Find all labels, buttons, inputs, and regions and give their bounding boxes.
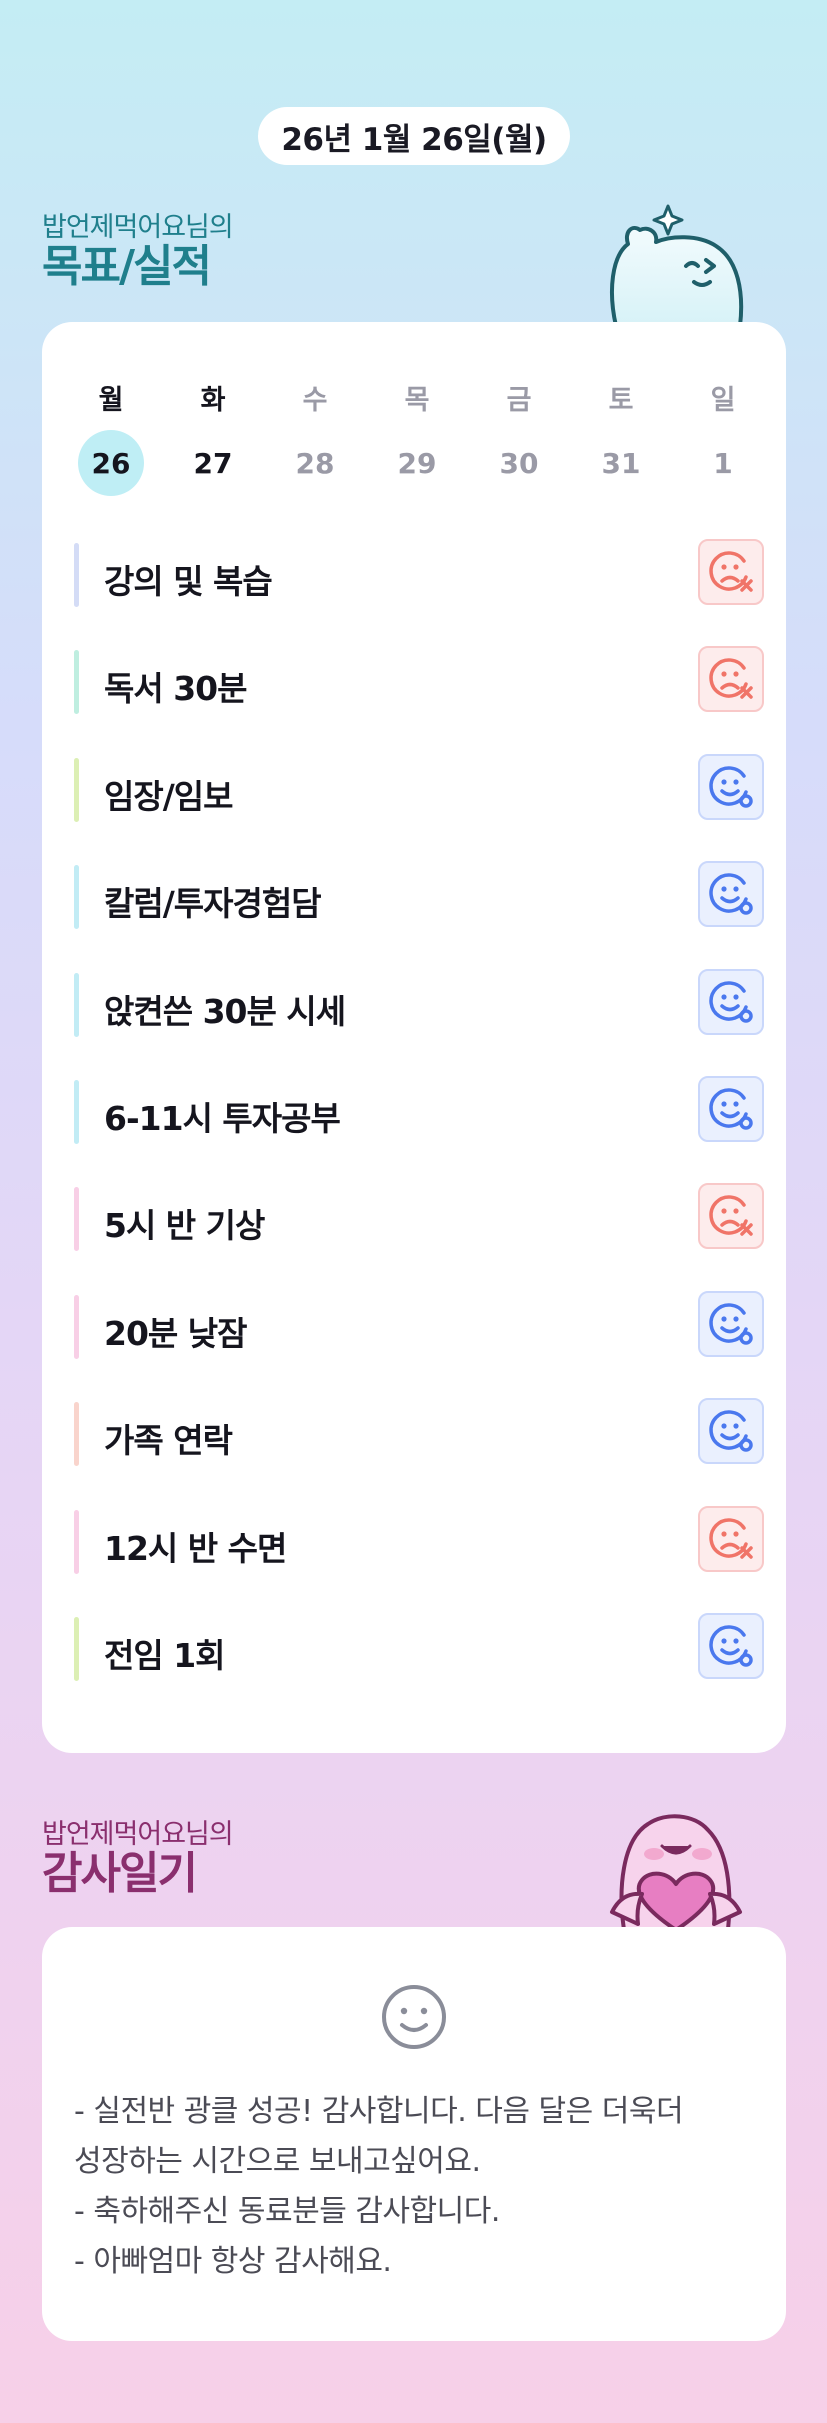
- date-item[interactable]: 30: [486, 430, 552, 496]
- diary-text: - 실전반 광클 성공! 감사합니다. 다음 달은 더욱더 성장하는 시간으로 …: [74, 2087, 764, 2287]
- diary-section-title: 감사일기: [42, 1848, 198, 1899]
- goal-label: 6-11시 투자공부: [104, 1099, 341, 1138]
- goal-label: 전임 1회: [104, 1636, 226, 1675]
- status-done-button[interactable]: [698, 968, 764, 1035]
- goal-label: 12시 반 수면: [104, 1528, 287, 1568]
- diary-line: - 축하해주신 동료분들 감사합니다.: [74, 2194, 500, 2229]
- date-selected[interactable]: 26: [78, 430, 144, 496]
- status-fail-button[interactable]: [698, 1183, 764, 1250]
- smile-face-check-icon: [709, 766, 753, 808]
- date-item[interactable]: 27: [180, 430, 246, 496]
- sad-face-x-icon: [709, 1517, 753, 1559]
- status-fail-button[interactable]: [698, 539, 764, 605]
- goal-color-bar: [74, 1509, 79, 1574]
- goal-row[interactable]: 5시 반 기상: [74, 1183, 764, 1253]
- goal-row[interactable]: 칼럼/투자경험담: [74, 861, 764, 931]
- goal-row[interactable]: 6-11시 투자공부: [74, 1076, 764, 1146]
- goal-row[interactable]: 강의 및 복습: [74, 539, 764, 609]
- goal-row[interactable]: 가족 연락: [74, 1398, 764, 1468]
- sad-face-x-icon: [709, 658, 753, 700]
- goal-label: 임장/임보: [104, 776, 233, 816]
- goal-label: 20분 낮잠: [104, 1313, 247, 1353]
- goal-label: 가족 연락: [104, 1421, 233, 1461]
- date-item[interactable]: 29: [384, 430, 450, 496]
- weekday-label: 월: [98, 385, 124, 416]
- smile-icon: [382, 1985, 446, 2049]
- weekday-label: 수: [302, 385, 328, 416]
- goal-color-bar: [74, 972, 79, 1037]
- date-item[interactable]: 31: [588, 430, 654, 496]
- sad-face-x-icon: [709, 1195, 753, 1237]
- goal-color-bar: [74, 1080, 79, 1144]
- weekday-label: 금: [506, 385, 532, 416]
- ghost-mascot-icon: [610, 204, 744, 326]
- goal-color-bar: [74, 1294, 79, 1359]
- diary-card: - 실전반 광클 성공! 감사합니다. 다음 달은 더욱더 성장하는 시간으로 …: [42, 1927, 786, 2341]
- weekday-label: 화: [200, 385, 226, 416]
- date-item[interactable]: 1: [690, 430, 756, 496]
- smile-face-check-icon: [709, 1088, 753, 1130]
- smile-face-check-icon: [709, 873, 753, 915]
- smile-face-check-icon: [709, 980, 753, 1023]
- smile-face-check-icon: [709, 1410, 753, 1452]
- goal-row[interactable]: 독서 30분: [74, 646, 764, 716]
- goal-label: 앉켠쓴 30분 시세: [104, 991, 346, 1031]
- status-fail-button[interactable]: [698, 646, 764, 713]
- goal-row[interactable]: 전임 1회: [74, 1613, 764, 1683]
- goal-row[interactable]: 20분 낮잠: [74, 1290, 764, 1361]
- goal-row[interactable]: 12시 반 수면: [74, 1505, 764, 1576]
- sad-face-x-icon: [709, 551, 753, 592]
- goal-color-bar: [74, 1617, 79, 1681]
- smile-face-check-icon: [709, 1625, 753, 1667]
- goal-color-bar: [74, 1187, 79, 1252]
- date-item[interactable]: 28: [282, 430, 348, 496]
- goals-card: 월 26 화 27 수 28 목 29 금 30 토 31 일 1 강의 및 복습 독서 30분 임장/임…: [42, 322, 786, 1753]
- goal-color-bar: [74, 543, 79, 607]
- goal-label: 독서 30분: [104, 669, 247, 709]
- goal-row[interactable]: 앉켠쓴 30분 시세: [74, 968, 764, 1039]
- goal-color-bar: [74, 865, 79, 930]
- goal-label: 강의 및 복습: [104, 562, 273, 601]
- status-done-button[interactable]: [698, 1398, 764, 1465]
- status-done-button[interactable]: [698, 861, 764, 928]
- smile-face-check-icon: [709, 1303, 753, 1345]
- diary-line: - 실전반 광클 성공! 감사합니다. 다음 달은 더욱더: [74, 2094, 684, 2129]
- diary-line: - 아빠엄마 항상 감사해요.: [74, 2244, 392, 2279]
- goal-color-bar: [74, 1402, 79, 1467]
- status-done-button[interactable]: [698, 1290, 764, 1357]
- weekday-label: 일: [710, 385, 736, 416]
- weekday-label: 목: [404, 385, 430, 416]
- goal-label: 5시 반 기상: [104, 1206, 265, 1246]
- goals-section-title: 목표/실적: [42, 241, 212, 292]
- goal-color-bar: [74, 757, 79, 822]
- status-fail-button[interactable]: [698, 1505, 764, 1572]
- goal-row[interactable]: 임장/임보: [74, 753, 764, 824]
- status-done-button[interactable]: [698, 1613, 764, 1679]
- date-label[interactable]: 26년 1월 26일(월): [258, 107, 570, 165]
- weekday-label: 토: [608, 385, 634, 416]
- goal-label: 칼럼/투자경험담: [104, 884, 322, 924]
- heart-mascot-icon: [610, 1814, 742, 1930]
- diary-line: 성장하는 시간으로 보내고싶어요.: [74, 2144, 481, 2179]
- status-done-button[interactable]: [698, 1076, 764, 1142]
- goal-color-bar: [74, 650, 79, 715]
- status-done-button[interactable]: [698, 753, 764, 820]
